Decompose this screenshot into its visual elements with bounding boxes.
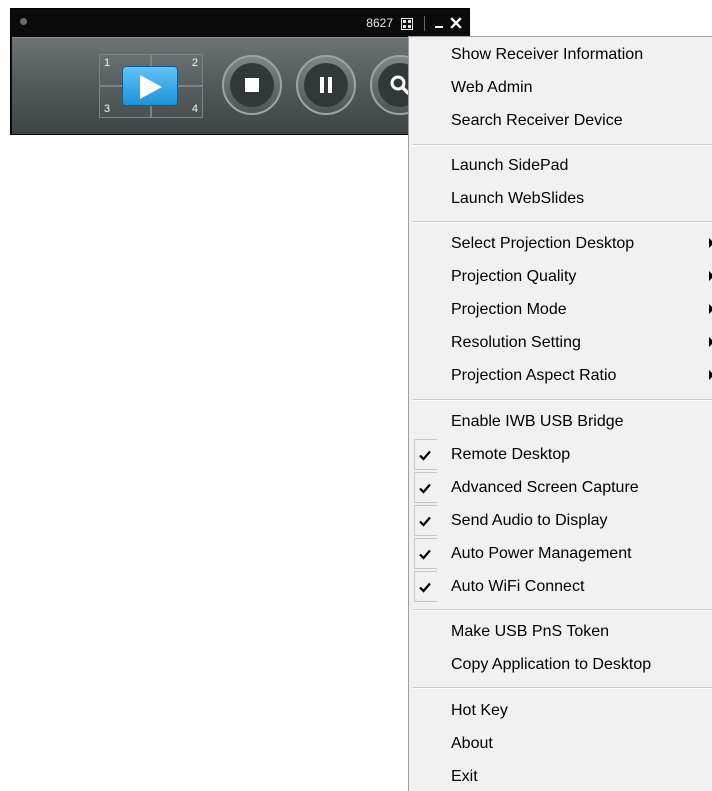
checkmark-box (414, 472, 437, 503)
menu-item-label: Web Admin (451, 79, 533, 96)
menu-item-label: Search Receiver Device (451, 112, 623, 129)
toolbar-titlebar[interactable]: 8627 (11, 9, 469, 37)
close-icon[interactable] (449, 13, 463, 31)
checkmark-icon (419, 450, 431, 461)
minimize-icon[interactable] (433, 13, 447, 31)
titlebar-divider (424, 16, 425, 31)
play-button[interactable] (122, 66, 178, 106)
menu-item-label: Copy Application to Desktop (451, 656, 652, 673)
control-bar: 1 2 3 4 (12, 37, 468, 134)
menu-item-auto-wifi-connect[interactable]: Auto WiFi Connect (409, 570, 712, 603)
menu-separator (413, 609, 712, 611)
play-icon (140, 75, 162, 99)
checkmark-icon (419, 549, 431, 560)
menu-item-label: About (451, 735, 493, 752)
grid-icon[interactable] (401, 17, 413, 30)
status-indicator-icon (20, 18, 27, 25)
checkmark-box (414, 571, 437, 602)
menu-item-label: Send Audio to Display (451, 512, 608, 529)
menu-item-copy-application-to-desktop[interactable]: Copy Application to Desktop (409, 648, 712, 681)
menu-item-projection-mode[interactable]: Projection Mode (409, 293, 712, 326)
pause-button[interactable] (296, 55, 356, 115)
menu-separator (413, 687, 712, 689)
presenter-toolbar: 8627 1 2 3 4 (10, 8, 470, 135)
menu-item-show-receiver-information[interactable]: Show Receiver Information (409, 38, 712, 71)
menu-item-projection-aspect-ratio[interactable]: Projection Aspect Ratio (409, 359, 712, 392)
checkmark-box (414, 439, 437, 470)
menu-item-label: Launch SidePad (451, 157, 569, 174)
menu-item-search-receiver-device[interactable]: Search Receiver Device (409, 104, 712, 137)
menu-item-exit[interactable]: Exit (409, 760, 712, 791)
screen: 8627 1 2 3 4 Show Receiver Information W… (0, 0, 712, 791)
stop-icon (245, 78, 259, 92)
menu-item-label: Resolution Setting (451, 334, 581, 351)
menu-item-enable-iwb-usb-bridge[interactable]: Enable IWB USB Bridge (409, 405, 712, 438)
menu-separator (413, 221, 712, 223)
menu-item-projection-quality[interactable]: Projection Quality (409, 260, 712, 293)
menu-item-resolution-setting[interactable]: Resolution Setting (409, 326, 712, 359)
menu-item-launch-webslides[interactable]: Launch WebSlides (409, 182, 712, 215)
menu-separator (413, 144, 712, 146)
login-code: 8627 (366, 16, 393, 30)
menu-item-label: Advanced Screen Capture (451, 479, 639, 496)
menu-item-make-usb-pns-token[interactable]: Make USB PnS Token (409, 615, 712, 648)
menu-item-select-projection-desktop[interactable]: Select Projection Desktop (409, 227, 712, 260)
menu-item-label: Hot Key (451, 702, 508, 719)
context-menu: Show Receiver Information Web Admin Sear… (408, 36, 712, 791)
menu-separator (413, 399, 712, 401)
checkmark-box (414, 538, 437, 569)
menu-item-label: Auto WiFi Connect (451, 578, 585, 595)
menu-item-web-admin[interactable]: Web Admin (409, 71, 712, 104)
menu-item-send-audio-to-display[interactable]: Send Audio to Display (409, 504, 712, 537)
pause-icon (320, 77, 332, 93)
checkmark-icon (419, 483, 431, 494)
checkmark-icon (419, 582, 431, 593)
stop-button[interactable] (222, 55, 282, 115)
menu-item-label: Auto Power Management (451, 545, 632, 562)
menu-item-label: Launch WebSlides (451, 190, 585, 207)
menu-item-remote-desktop[interactable]: Remote Desktop (409, 438, 712, 471)
menu-item-hot-key[interactable]: Hot Key (409, 694, 712, 727)
checkmark-icon (419, 516, 431, 527)
checkmark-box (414, 505, 437, 536)
menu-item-label: Projection Quality (451, 268, 577, 285)
menu-item-label: Enable IWB USB Bridge (451, 413, 624, 430)
quadrant-1-label: 1 (104, 57, 111, 69)
menu-item-auto-power-management[interactable]: Auto Power Management (409, 537, 712, 570)
menu-item-label: Select Projection Desktop (451, 235, 635, 252)
menu-item-launch-sidepad[interactable]: Launch SidePad (409, 149, 712, 182)
quadrant-3-label: 3 (104, 103, 111, 115)
menu-item-label: Remote Desktop (451, 446, 571, 463)
menu-item-label: Projection Aspect Ratio (451, 367, 617, 384)
split-screen-selector: 1 2 3 4 (99, 54, 203, 118)
menu-item-label: Projection Mode (451, 301, 567, 318)
menu-item-label: Exit (451, 768, 478, 785)
menu-item-about[interactable]: About (409, 727, 712, 760)
quadrant-4-label: 4 (191, 103, 198, 115)
menu-item-label: Make USB PnS Token (451, 623, 610, 640)
menu-item-label: Show Receiver Information (451, 46, 644, 63)
menu-item-advanced-screen-capture[interactable]: Advanced Screen Capture (409, 471, 712, 504)
quadrant-2-label: 2 (191, 57, 198, 69)
